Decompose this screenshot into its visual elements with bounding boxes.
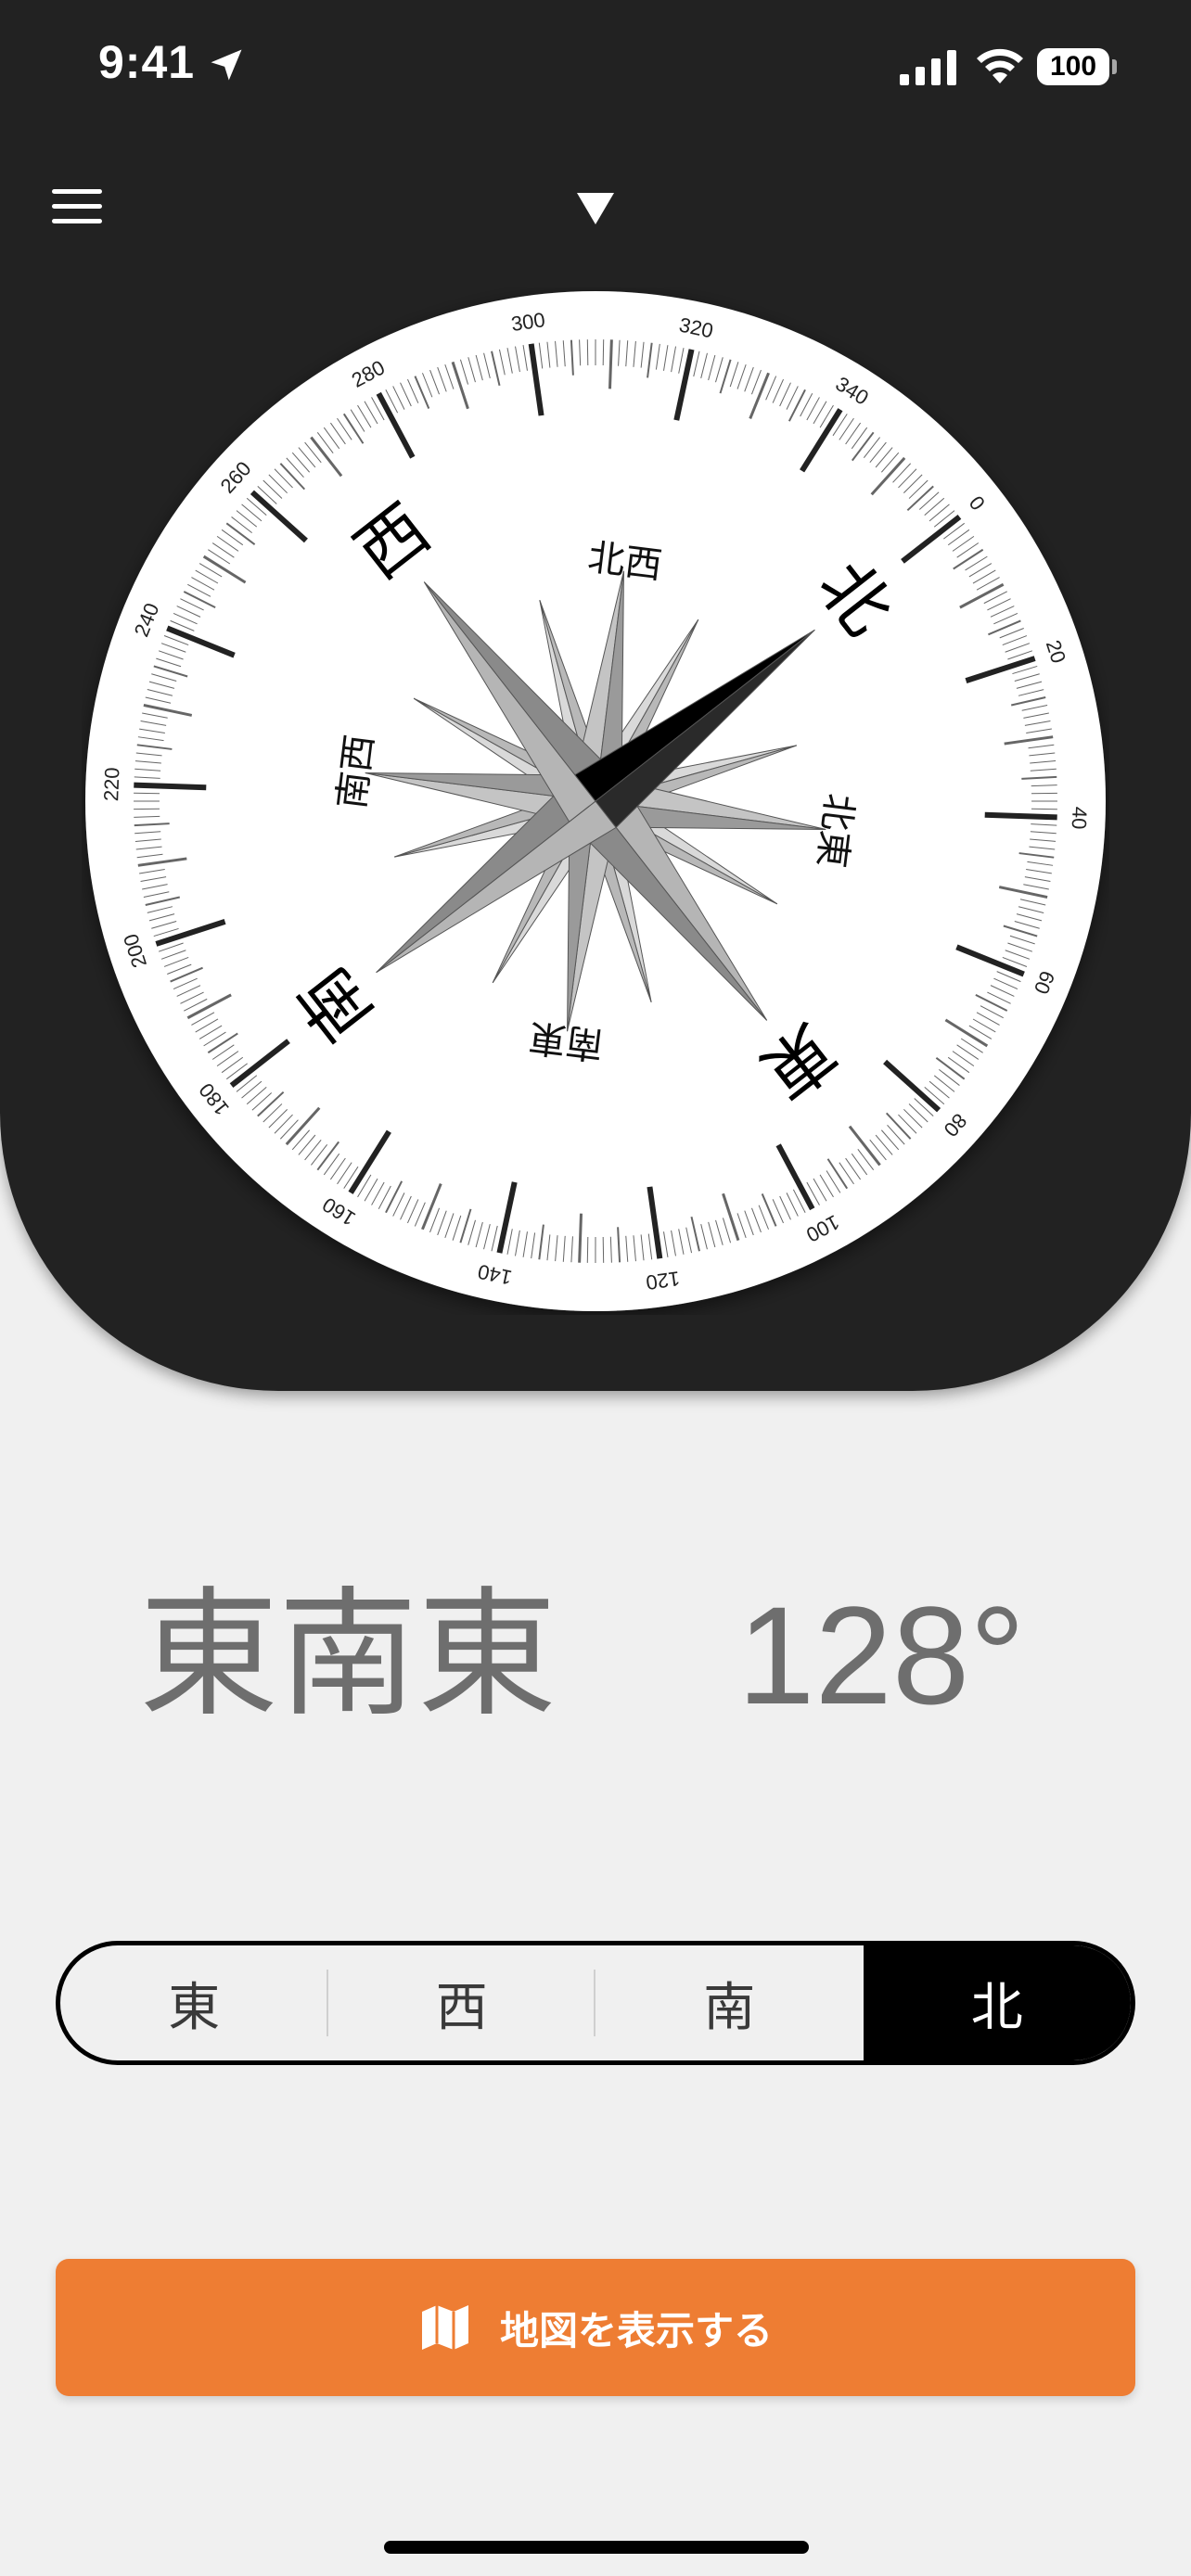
status-bar: 9:41 100 (0, 0, 1191, 130)
compass-scale-label: 40 (1068, 807, 1092, 830)
map-icon (421, 2305, 468, 2350)
heading-degrees: 128° (737, 1577, 1026, 1733)
location-arrow-icon (211, 49, 242, 81)
status-time: 9:41 (98, 36, 196, 88)
show-map-button[interactable]: 地図を表示する (56, 2259, 1135, 2396)
compass-intercardinal-label: 北東 (809, 791, 860, 870)
segment-west[interactable]: 西 (328, 1945, 596, 2060)
home-indicator (384, 2541, 809, 2554)
wifi-icon (977, 48, 1023, 83)
heading-marker-icon (577, 193, 614, 224)
compass-dial: 0204060801001201401601802002202402602803… (85, 291, 1106, 1311)
compass-intercardinal-label: 南西 (330, 733, 381, 811)
show-map-label: 地図を表示する (499, 2307, 773, 2353)
compass-scale-label: 300 (509, 308, 546, 336)
direction-name: 東南東 (139, 1575, 557, 1736)
compass-scale-label: 220 (99, 767, 123, 802)
hamburger-icon-line (52, 189, 102, 194)
direction-segmented-control: 東 西 南 北 (56, 1941, 1135, 2065)
cellular-signal-icon (900, 50, 956, 85)
segment-east[interactable]: 東 (60, 1945, 328, 2060)
battery-level: 100 (1037, 48, 1109, 85)
compass-intercardinal-label: 北西 (585, 536, 664, 587)
compass-scale-label: 120 (645, 1267, 682, 1294)
segment-north[interactable]: 北 (863, 1945, 1131, 2060)
hamburger-icon-line (52, 219, 102, 223)
battery-tip (1112, 59, 1117, 74)
segment-south[interactable]: 南 (596, 1945, 864, 2060)
compass-intercardinal-label: 南東 (527, 1014, 606, 1065)
hamburger-icon-line (52, 204, 102, 209)
menu-button[interactable] (48, 182, 108, 232)
